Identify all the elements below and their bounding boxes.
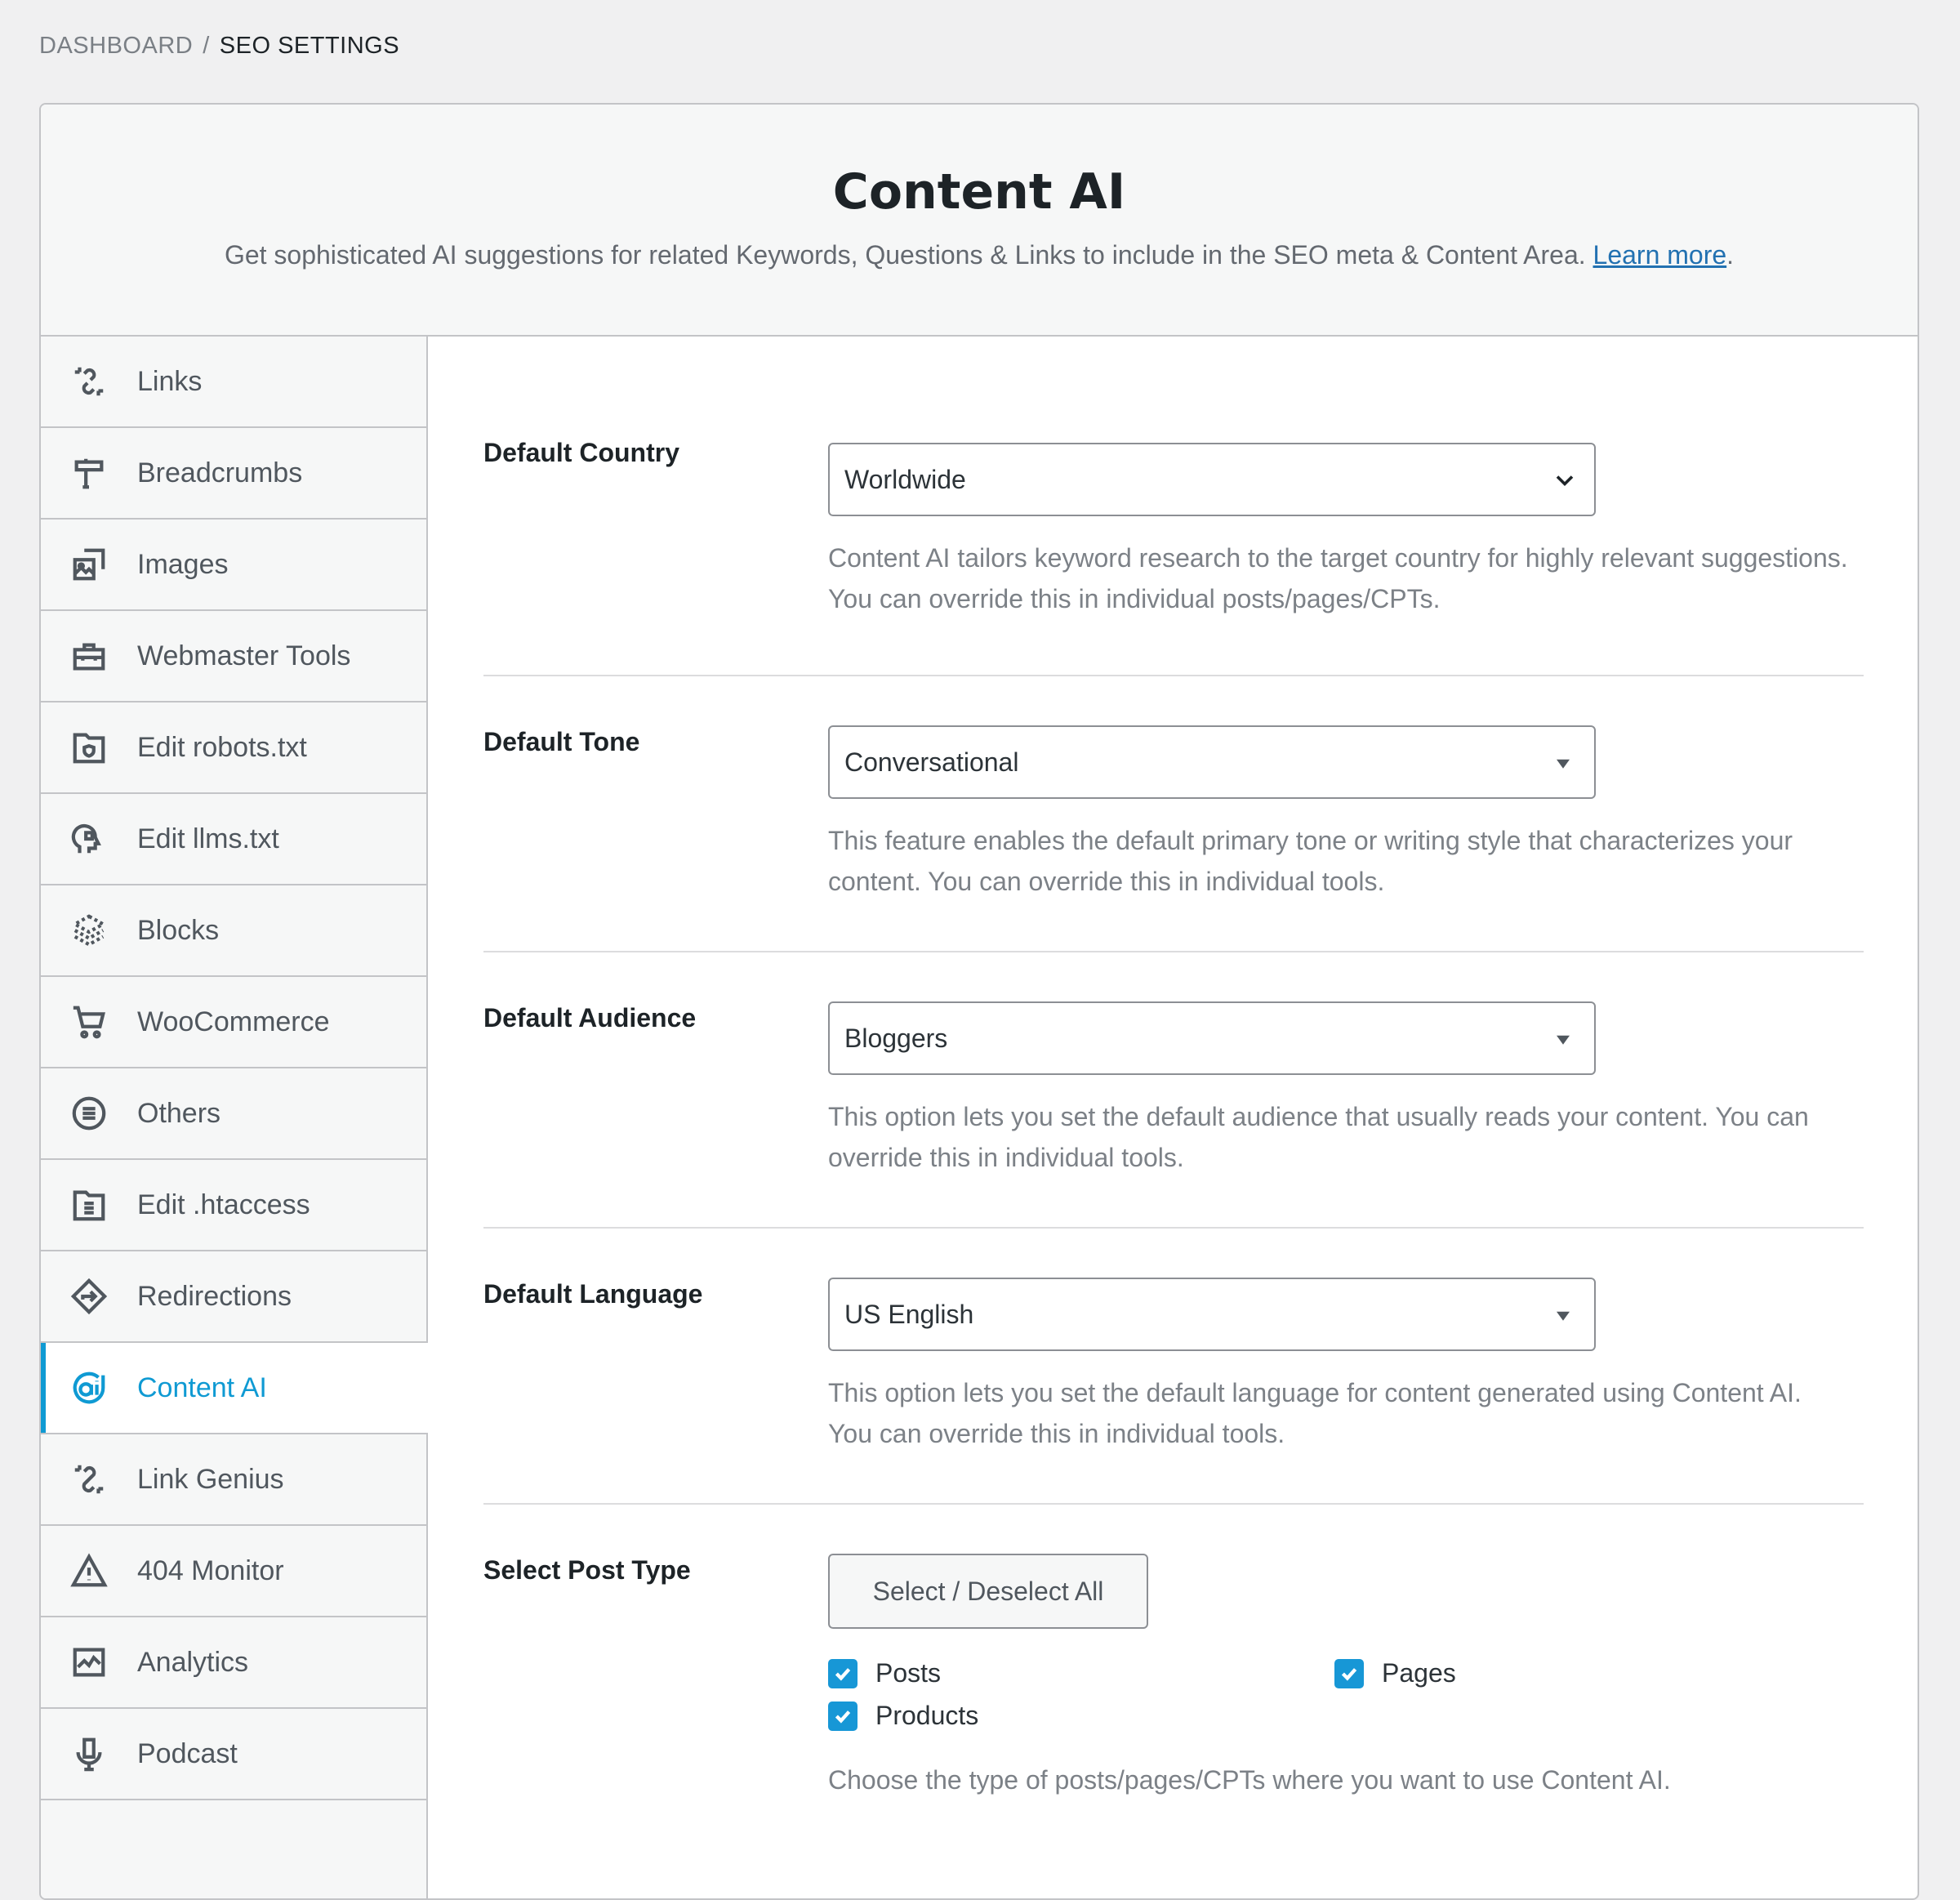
panel-header: Content AI Get sophisticated AI suggesti… [41,105,1918,337]
setting-row-post-type: Select Post Type Select / Deselect All P… [483,1505,1864,1848]
post-type-posts-checkbox[interactable]: Posts [828,1658,941,1688]
select-post-type-description: Choose the type of posts/pages/CPTs wher… [828,1765,1671,1795]
sidebar-nav: Links Breadcrumbs Images Webmaster Tools… [41,337,428,1898]
setting-row-language: Default Language US English This option … [483,1229,1864,1505]
dropdown-arrow-icon [1557,759,1570,769]
htaccess-file-icon [69,1184,109,1225]
default-language-value: US English [844,1299,974,1329]
sidebar-item-label: Edit llms.txt [137,823,279,854]
sidebar-item-edit-htaccess[interactable]: Edit .htaccess [41,1160,426,1251]
sidebar-item-content-ai[interactable]: Content AI [41,1343,428,1434]
default-language-select[interactable]: US English [828,1278,1596,1351]
default-country-label: Default Country [483,438,679,467]
page-description: Get sophisticated AI suggestions for rel… [41,240,1918,270]
default-audience-select[interactable]: Bloggers [828,1001,1596,1075]
default-language-description: This option lets you set the default lan… [828,1378,1802,1448]
analytics-icon [69,1642,109,1683]
sidebar-item-label: Webmaster Tools [137,640,351,671]
post-type-products-label: Products [875,1701,979,1730]
sidebar-item-label: Link Genius [137,1463,284,1495]
default-country-select[interactable]: Worldwide [828,443,1596,516]
post-type-checkboxes: Posts Pages Products [828,1658,1849,1743]
robots-file-icon [69,727,109,768]
sidebar-item-redirections[interactable]: Redirections [41,1251,426,1343]
sidebar-item-label: Blocks [137,914,220,946]
blocks-icon [69,910,109,951]
breadcrumb-separator: / [203,33,210,59]
settings-form: Default Country Worldwide Content AI tai… [483,337,1864,1848]
sidebar-item-label: Others [137,1097,221,1129]
toolbox-icon [69,636,109,676]
sidebar-item-webmaster-tools[interactable]: Webmaster Tools [41,611,426,702]
sidebar-item-label: Edit .htaccess [137,1189,310,1220]
default-country-description: Content AI tailors keyword research to t… [828,543,1848,613]
page-title: Content AI [832,163,1126,221]
default-tone-description: This feature enables the default primary… [828,826,1793,896]
sidebar-item-links[interactable]: Links [41,337,426,428]
warning-icon [69,1550,109,1591]
setting-row-country: Default Country Worldwide Content AI tai… [483,337,1864,676]
links-icon [69,361,109,402]
default-tone-select[interactable]: Conversational [828,725,1596,799]
setting-row-tone: Default Tone Conversational This feature… [483,676,1864,952]
setting-row-audience: Default Audience Bloggers This option le… [483,952,1864,1229]
sidebar-item-link-genius[interactable]: Link Genius [41,1434,426,1526]
checkbox-checked-icon [828,1701,858,1731]
sidebar-item-breadcrumbs[interactable]: Breadcrumbs [41,428,426,520]
default-tone-label: Default Tone [483,727,640,756]
sidebar-item-analytics[interactable]: Analytics [41,1617,426,1709]
cart-icon [69,1001,109,1042]
learn-more-link[interactable]: Learn more [1593,240,1727,270]
sidebar-item-edit-robots[interactable]: Edit robots.txt [41,702,426,794]
sidebar-item-podcast[interactable]: Podcast [41,1709,426,1800]
sidebar-item-label: Redirections [137,1280,292,1312]
dropdown-arrow-icon [1557,1311,1570,1321]
sidebar-item-label: Images [137,548,229,580]
dropdown-arrow-icon [1557,1035,1570,1045]
list-circle-icon [69,1093,109,1134]
post-type-pages-checkbox[interactable]: Pages [1334,1658,1456,1688]
sidebar-item-label: 404 Monitor [137,1554,284,1586]
default-audience-description: This option lets you set the default aud… [828,1102,1809,1172]
select-deselect-all-button[interactable]: Select / Deselect All [828,1554,1148,1629]
microphone-icon [69,1733,109,1774]
description-period: . [1726,240,1735,270]
post-type-pages-label: Pages [1382,1658,1456,1688]
sidebar-item-label: Podcast [137,1737,238,1769]
sidebar-item-blocks[interactable]: Blocks [41,885,426,977]
default-country-value: Worldwide [844,464,966,494]
breadcrumb: DASHBOARD / SEO SETTINGS [39,33,399,60]
default-tone-value: Conversational [844,747,1019,777]
breadcrumb-current: SEO SETTINGS [219,33,400,59]
settings-panel: Content AI Get sophisticated AI suggesti… [39,103,1919,1900]
chevron-down-icon [1556,475,1574,487]
sidebar-item-label: Links [137,365,203,397]
redirect-icon [69,1276,109,1317]
sidebar-item-label: Breadcrumbs [137,457,303,488]
post-type-products-checkbox[interactable]: Products [828,1701,978,1731]
sidebar-item-404-monitor[interactable]: 404 Monitor [41,1526,426,1617]
checkbox-checked-icon [1334,1658,1364,1688]
default-audience-value: Bloggers [844,1023,948,1053]
sidebar-item-woocommerce[interactable]: WooCommerce [41,977,426,1068]
signpost-icon [69,453,109,493]
sidebar-item-label: Content AI [137,1371,267,1403]
sidebar-item-label: Analytics [137,1646,249,1678]
breadcrumb-dashboard-link[interactable]: DASHBOARD [39,33,193,59]
default-language-label: Default Language [483,1279,703,1309]
post-type-posts-label: Posts [875,1658,942,1688]
content-ai-icon [69,1367,109,1408]
sidebar-item-others[interactable]: Others [41,1068,426,1160]
link-genius-icon [69,1459,109,1500]
page-description-text: Get sophisticated AI suggestions for rel… [224,240,1586,270]
images-icon [69,544,109,585]
default-audience-label: Default Audience [483,1003,697,1033]
sidebar-item-edit-llms[interactable]: Edit llms.txt [41,794,426,885]
sidebar-item-label: Edit robots.txt [137,731,307,763]
sidebar-item-images[interactable]: Images [41,520,426,611]
select-post-type-label: Select Post Type [483,1555,691,1585]
checkbox-checked-icon [828,1658,858,1688]
sidebar-item-label: WooCommerce [137,1006,330,1037]
ai-head-icon [69,818,109,859]
